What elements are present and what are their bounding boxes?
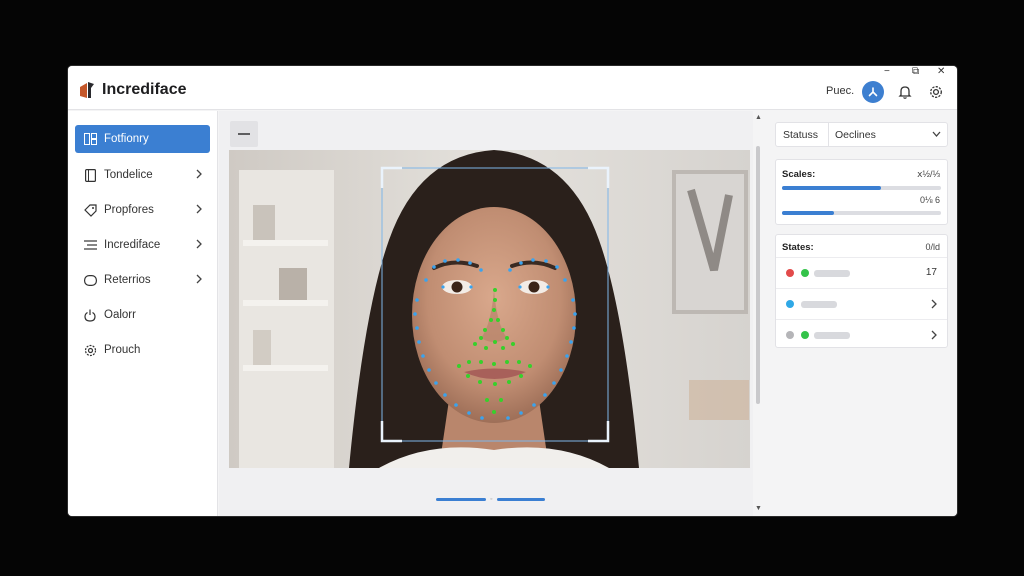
states-title: States: [782,242,814,253]
right-panel: Statuss Oeclines Scales: ⅹ½/⅓ 0⅛ 6 State… [765,111,957,516]
status-green-dot [801,269,809,277]
list-icon [83,238,97,252]
status-green-dot [801,331,809,339]
sidebar-item-label: Fotfionry [104,133,149,145]
profile-button[interactable] [862,81,884,103]
app-logo-icon [80,82,94,98]
pager-indicator-active[interactable] [436,498,486,501]
face-detection-viewport[interactable] [229,150,750,468]
scores-title: Scales: [782,169,816,180]
app-title: Incrediface [102,81,187,98]
score-bar-1-fill [782,186,881,190]
scores-card: Scales: ⅹ½/⅓ 0⅛ 6 [775,159,948,225]
sidebar-item-prouch[interactable]: Prouch [75,336,210,364]
title-bar: Incrediface Puec. − ⧉ ✕ [68,66,957,110]
scores-value: ⅹ½/⅓ [917,169,940,179]
status-cyan-dot [786,300,794,308]
main-content: ◦ [219,111,753,516]
chevron-right-icon [931,299,937,309]
tablet-icon [83,168,97,182]
sidebar-item-label: Reterrios [104,274,151,286]
sidebar-item-reterrios[interactable]: Reterrios [75,266,210,294]
settings-icon [83,343,97,357]
sidebar: Fotfionry Tondelice Propfores Incredifac… [68,111,218,516]
sidebar-item-propfores[interactable]: Propfores [75,196,210,224]
chevron-right-icon [196,274,202,284]
status-row[interactable]: 17 [776,257,947,288]
scroll-down-icon[interactable]: ▼ [755,505,762,512]
minus-icon [238,133,250,135]
user-icon [868,87,878,97]
pager-separator: ◦ [490,496,493,503]
score-bar-2 [782,211,941,215]
grid-icon [83,132,97,146]
dropdown-label: Statuss [783,128,819,141]
status-gray-dot [786,331,794,339]
scores-value-2: 0⅛ 6 [919,195,940,205]
scroll-up-icon[interactable]: ▲ [755,114,762,121]
status-placeholder-bar [814,270,850,277]
states-card: States: 0/ld 17 [775,234,948,348]
window-close-button[interactable]: ✕ [937,67,945,77]
status-dropdown[interactable]: Statuss Oeclines [775,122,948,147]
sidebar-item-oalorr[interactable]: Oalorr [75,301,210,329]
status-placeholder-bar [801,301,837,308]
score-bar-2-fill [782,211,835,215]
vertical-scrollbar[interactable]: ▲ ▼ [753,111,764,516]
chevron-down-icon [932,131,941,137]
collapse-button[interactable] [230,121,258,147]
bell-icon [898,86,912,99]
tag-icon [83,203,97,217]
notifications-button[interactable] [894,81,916,103]
chevron-right-icon [196,239,202,249]
chevron-right-icon [196,204,202,214]
sidebar-item-label: Incrediface [104,239,161,251]
status-row-value: 17 [925,267,937,278]
sidebar-item-tondelice[interactable]: Tondelice [75,161,210,189]
sidebar-item-label: Prouch [104,344,141,356]
dropdown-value: Oeclines [835,128,876,141]
window-maximize-button[interactable]: ⧉ [912,67,919,77]
scrollbar-thumb[interactable] [756,146,760,404]
user-name: Puec. [826,85,855,97]
sidebar-item-label: Propfores [104,204,154,216]
pager-indicator[interactable] [497,498,545,501]
sidebar-item-label: Tondelice [104,169,153,181]
status-row[interactable] [776,319,947,350]
window-minimize-button[interactable]: − [884,67,890,77]
camera-feed-image [229,150,750,468]
status-row[interactable] [776,288,947,319]
status-red-dot [786,269,794,277]
sidebar-item-fotfionry[interactable]: Fotfionry [75,125,210,153]
gear-icon [930,86,942,98]
app-window: Incrediface Puec. − ⧉ ✕ Fotfionry Tondel… [68,66,957,516]
capsule-icon [83,273,97,287]
score-bar-1 [782,186,941,190]
sidebar-item-incrediface[interactable]: Incrediface [75,231,210,259]
sidebar-item-label: Oalorr [104,309,136,321]
chevron-right-icon [196,169,202,179]
states-value: 0/ld [925,242,940,252]
settings-button[interactable] [925,81,947,103]
chevron-right-icon [931,330,937,340]
power-icon [83,308,97,322]
status-placeholder-bar [814,332,850,339]
